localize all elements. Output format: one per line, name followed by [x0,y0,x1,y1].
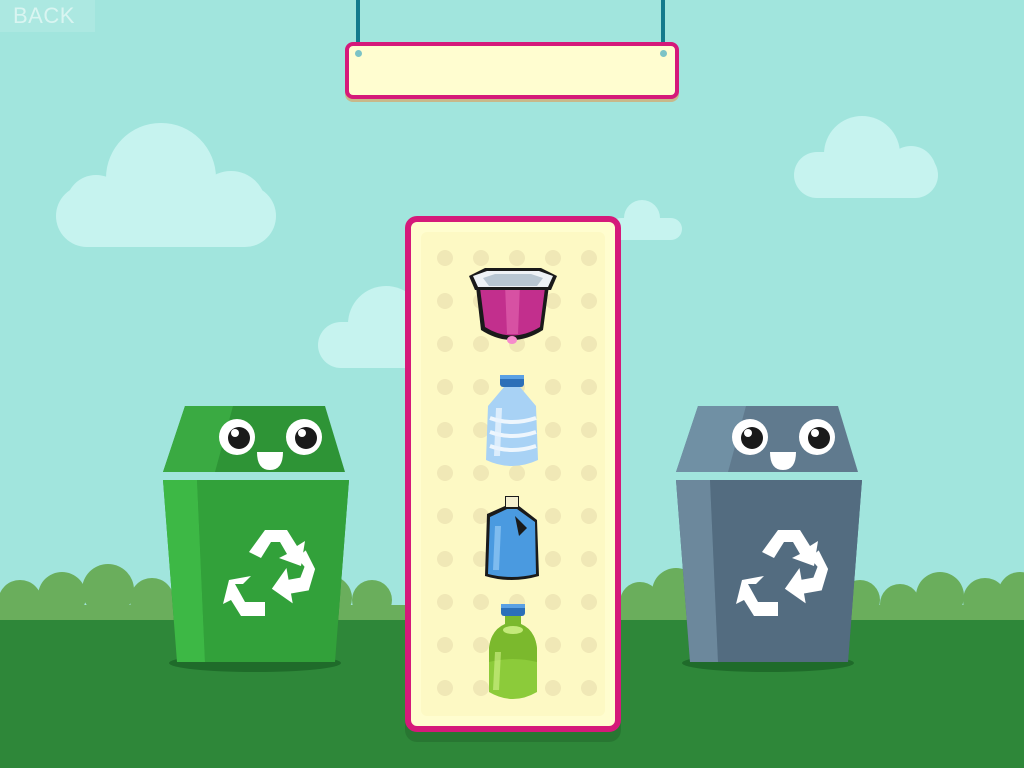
tray-peg-dot [545,422,561,438]
green-recycling-bin[interactable] [155,400,355,675]
detergent-bottle-icon [485,496,539,580]
tray-peg-dot [581,293,597,309]
tray-peg-dot [437,680,453,696]
tray-peg-dot [437,379,453,395]
tray-peg-dot [545,379,561,395]
tray-peg-dot [581,379,597,395]
back-button[interactable]: BACK [0,0,95,32]
tray-peg-dot [545,594,561,610]
tray-peg-dot [437,465,453,481]
tray-peg-dot [581,250,597,266]
tray-peg-dot [581,465,597,481]
soda-bottle-icon [489,604,537,699]
sign-knot-right [660,50,667,57]
tray-peg-dot [545,680,561,696]
tray-peg-dot [581,508,597,524]
tray-peg-dot [437,250,453,266]
tray-peg-dot [581,594,597,610]
tray-peg-dot [581,422,597,438]
tray-peg-dot [437,594,453,610]
cloud [56,123,276,247]
tray-peg-dot [545,637,561,653]
water-jug-icon [486,375,538,466]
tray-peg-dot [437,637,453,653]
detergent-bottle-item[interactable] [481,492,543,584]
tray-peg-dot [545,551,561,567]
gray-recycling-bin[interactable] [668,400,868,675]
instruction-sign [345,42,679,99]
yogurt-cup-item[interactable] [465,264,560,350]
tray-peg-dot [581,680,597,696]
tray-peg-dot [437,508,453,524]
cloud [794,116,938,198]
tray-peg-dot [581,551,597,567]
tray-peg-dot [581,637,597,653]
tray-peg-dot [437,551,453,567]
sign-knot-left [355,50,362,57]
tray-peg-dot [545,508,561,524]
soda-bottle-item[interactable] [485,602,541,706]
tray-peg-dot [437,336,453,352]
water-jug-item[interactable] [478,372,546,472]
yogurt-cup-icon [469,268,557,344]
tray-peg-dot [545,465,561,481]
tray-peg-dot [437,293,453,309]
tray-peg-dot [437,422,453,438]
tray-peg-dot [581,336,597,352]
